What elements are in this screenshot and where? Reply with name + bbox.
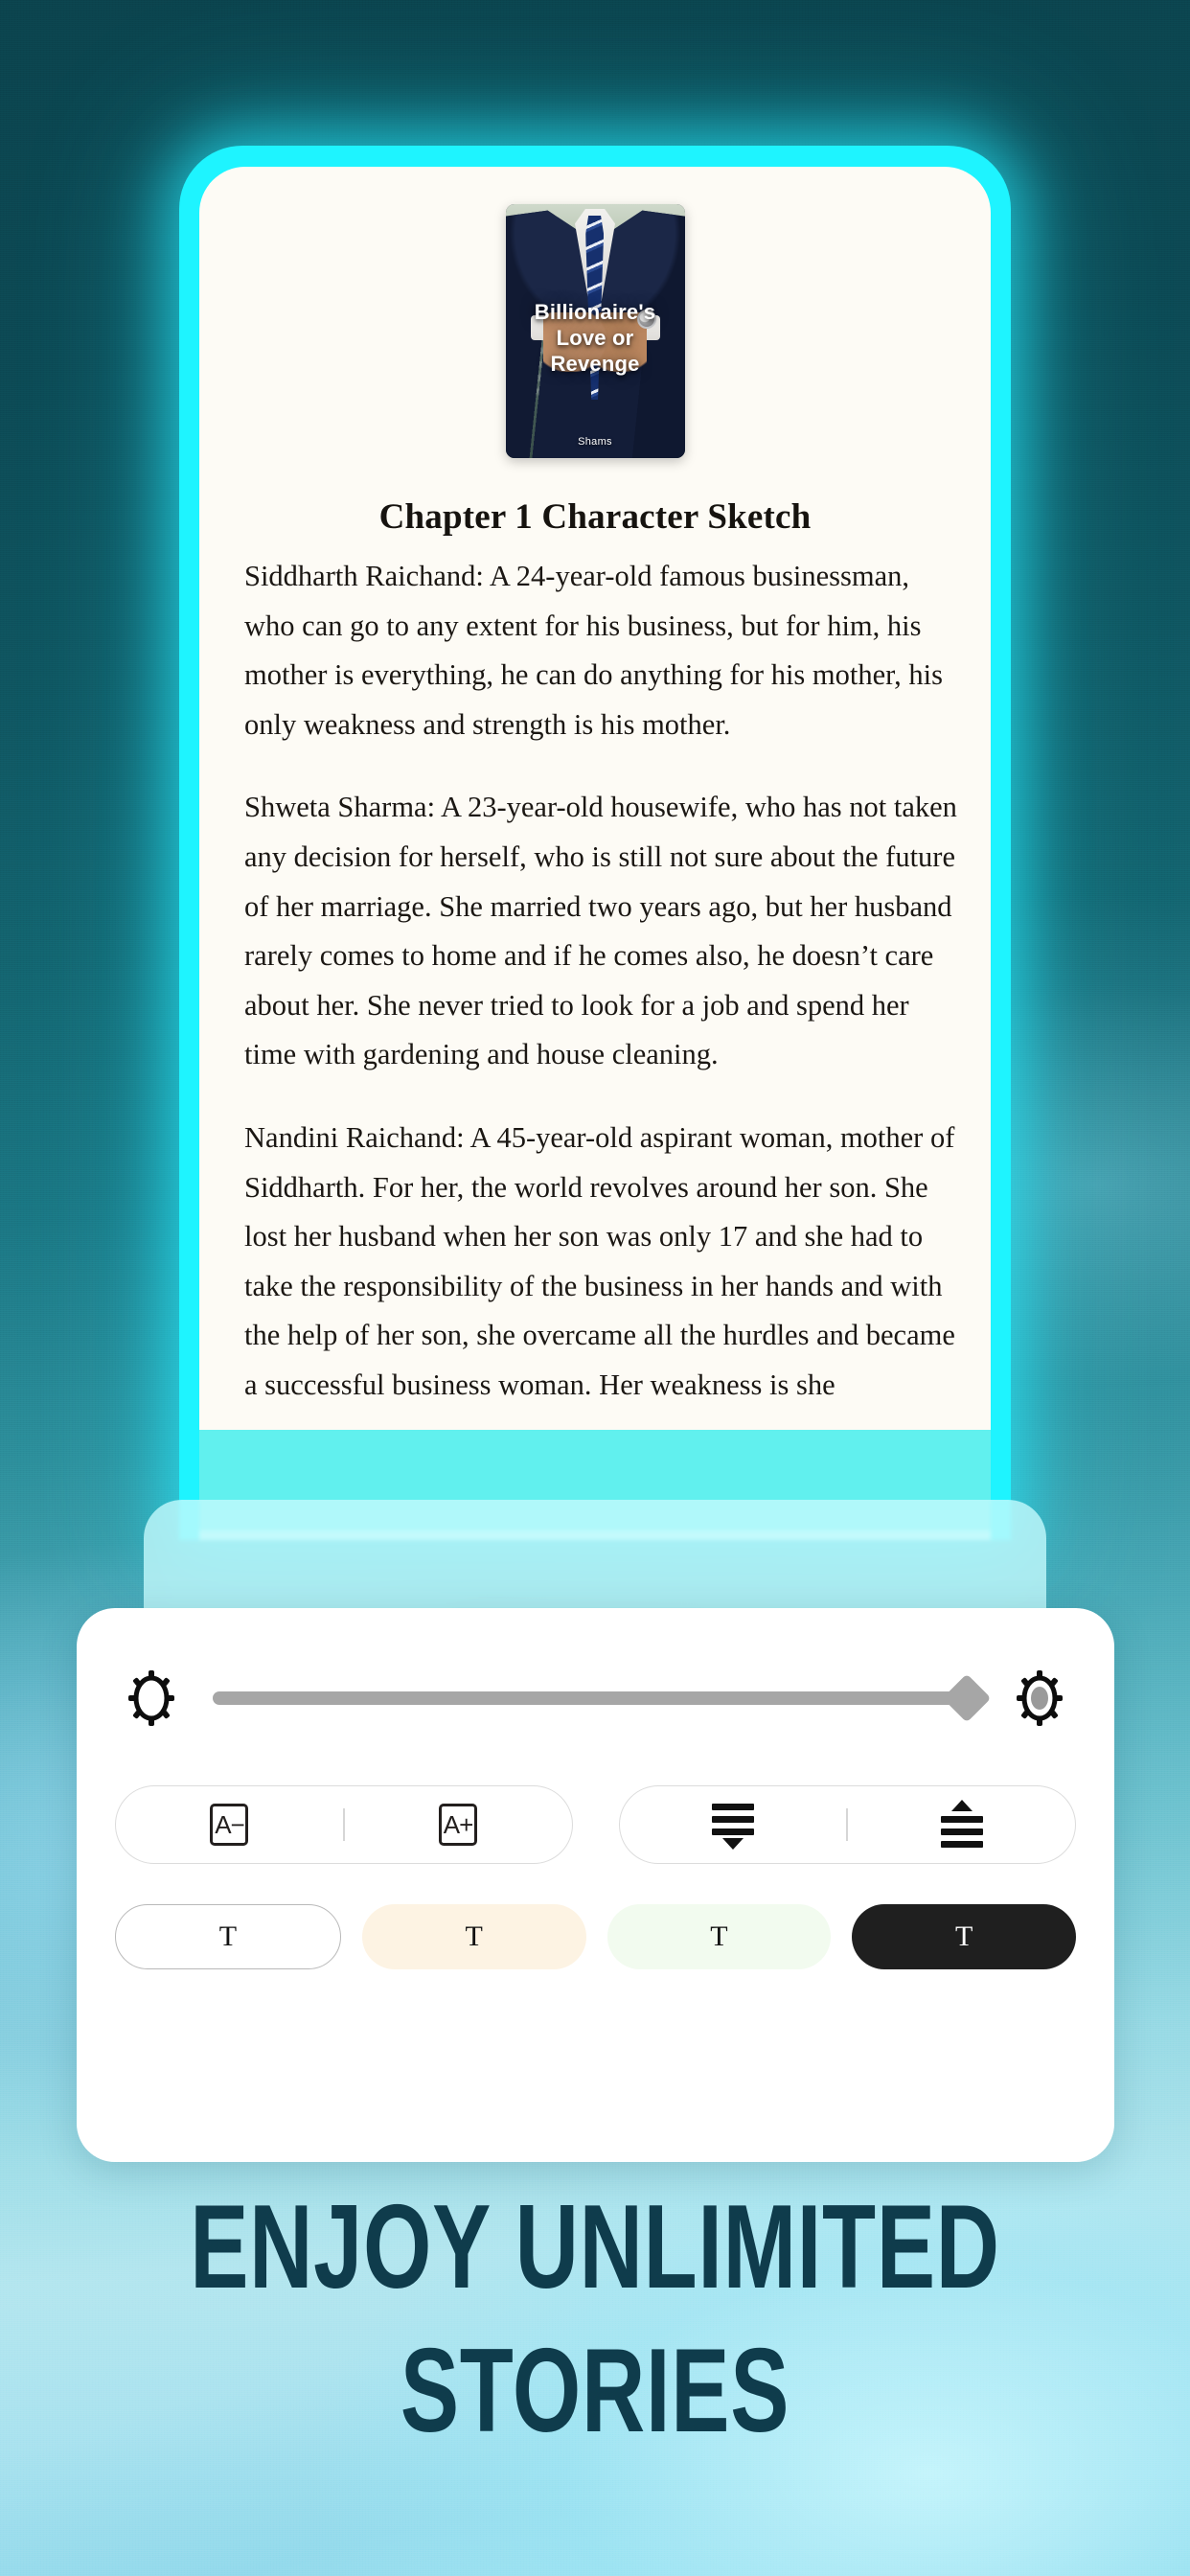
book-cover-image[interactable]: Billionaire's Love or Revenge Shams: [505, 204, 685, 458]
increase-font-size-button[interactable]: A+: [345, 1786, 572, 1863]
theme-option-sepia[interactable]: T: [361, 1904, 586, 1969]
book-cover-container: Billionaire's Love or Revenge Shams: [199, 204, 991, 458]
cover-title-line-2: Love or Revenge: [550, 325, 640, 376]
promo-headline-line-2: STORIES: [400, 2325, 790, 2457]
sun-low-icon[interactable]: [126, 1668, 176, 1728]
decrease-line-spacing-button[interactable]: [620, 1786, 847, 1863]
font-decrease-label: A−: [210, 1804, 249, 1846]
chapter-body: Siddharth Raichand: A 24-year-old famous…: [244, 552, 958, 1444]
line-spacing-increase-icon: [937, 1800, 987, 1850]
phone-screen: Billionaire's Love or Revenge Shams Chap…: [199, 167, 991, 1540]
theme-white-label: T: [218, 1920, 238, 1952]
paragraph-1: Siddharth Raichand: A 24-year-old famous…: [244, 560, 943, 741]
brightness-control-row: [126, 1661, 1064, 1736]
paragraph-3: Nandini Raichand: A 45-year-old aspirant…: [244, 1120, 955, 1401]
theme-sepia-label: T: [465, 1920, 483, 1952]
sun-high-icon[interactable]: [1015, 1668, 1064, 1728]
brightness-slider-fill: [213, 1691, 978, 1705]
theme-option-dark[interactable]: T: [852, 1904, 1076, 1969]
line-spacing-decrease-icon: [708, 1800, 758, 1850]
promo-headline: ENJOY UNLIMITED STORIES: [0, 2188, 1190, 2450]
font-increase-label: A+: [439, 1804, 478, 1846]
theme-dark-label: T: [954, 1920, 973, 1952]
theme-option-green[interactable]: T: [606, 1904, 832, 1969]
increase-line-spacing-button[interactable]: [848, 1786, 1075, 1863]
line-spacing-control: [618, 1785, 1076, 1864]
cover-author: Shams: [578, 436, 612, 448]
phone-frame: Billionaire's Love or Revenge Shams Chap…: [179, 146, 1011, 1540]
font-size-control: A− A+: [115, 1785, 573, 1864]
chapter-title: Chapter 1 Character Sketch: [378, 497, 812, 537]
theme-option-white[interactable]: T: [115, 1904, 341, 1969]
cover-title: Billionaire's Love or Revenge: [506, 300, 685, 377]
paragraph-2: Shweta Sharma: A 23-year-old housewife, …: [244, 791, 957, 1071]
promo-headline-line-1: ENJOY UNLIMITED: [190, 2181, 1000, 2313]
cover-title-line-1: Billionaire's: [534, 300, 656, 324]
theme-selector-row: T T T T: [115, 1904, 1076, 1969]
theme-green-label: T: [710, 1920, 728, 1952]
brightness-slider-thumb[interactable]: [942, 1673, 992, 1723]
controls-row: A− A+: [115, 1785, 1076, 1864]
brightness-slider[interactable]: [213, 1673, 992, 1723]
reader-settings-panel: A− A+ T T T T: [77, 1608, 1114, 2162]
decrease-font-size-button[interactable]: A−: [116, 1786, 343, 1863]
